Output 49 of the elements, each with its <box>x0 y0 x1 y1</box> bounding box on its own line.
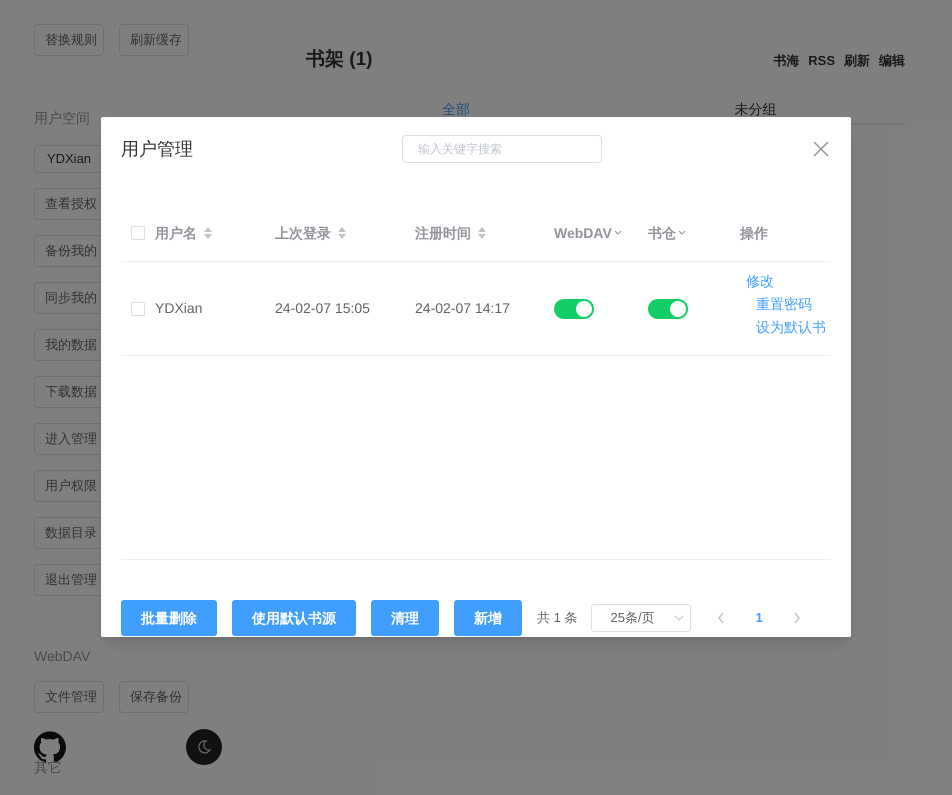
action-button[interactable]: 清理 <box>371 600 439 636</box>
table-cell-text: 24-02-07 14:17 <box>415 299 511 318</box>
action-link[interactable]: 修改 <box>746 270 774 293</box>
previous-page-icon[interactable] <box>717 612 726 624</box>
sort-icon[interactable] <box>477 226 487 240</box>
dark-mode-button[interactable] <box>186 729 222 765</box>
table-cell-text: YDXian <box>155 299 204 318</box>
total-count: 共 1 条 <box>537 609 578 628</box>
moon-icon <box>196 739 212 755</box>
select-all-checkbox[interactable] <box>131 226 145 240</box>
toggle-switch[interactable] <box>648 298 688 318</box>
row-checkbox[interactable] <box>131 302 145 316</box>
shelf-tab[interactable]: 全部 <box>306 96 606 122</box>
shelf-tab[interactable]: 未分组 <box>606 96 905 122</box>
column-header: 操作 <box>740 224 768 242</box>
column-header: 用户名 <box>155 224 197 242</box>
toggle-switch[interactable] <box>554 298 594 318</box>
next-page-icon[interactable] <box>792 612 801 624</box>
action-button[interactable]: 批量删除 <box>121 600 217 636</box>
action-link[interactable]: 设为默认书 <box>756 316 826 339</box>
sidebar-button[interactable]: 刷新缓存 <box>119 24 189 56</box>
section-title: 其它 <box>34 758 63 777</box>
username-button[interactable]: YDXian <box>34 145 104 173</box>
sort-icon[interactable] <box>203 226 213 240</box>
sidebar-button[interactable]: 保存备份 <box>119 681 189 713</box>
action-button[interactable]: 使用默认书源 <box>232 600 356 636</box>
table-cell-text: 24-02-07 15:05 <box>275 299 371 318</box>
shelf-action-link[interactable]: 书海 <box>773 50 800 70</box>
column-header: WebDAV <box>554 224 612 242</box>
shelf-action-link[interactable]: 编辑 <box>879 50 905 70</box>
chevron-down-icon <box>674 615 684 621</box>
page-size-select[interactable]: 25条/页 <box>591 604 692 632</box>
close-icon[interactable] <box>813 141 829 157</box>
page-number[interactable]: 1 <box>755 608 763 628</box>
dialog-title: 用户管理 <box>121 138 194 160</box>
search-field[interactable]: 输入关键字搜索 <box>402 135 602 163</box>
action-link[interactable]: 重置密码 <box>756 293 812 316</box>
action-button[interactable]: 新增 <box>454 600 522 636</box>
column-header: 注册时间 <box>415 224 471 242</box>
sort-icon[interactable] <box>337 226 347 240</box>
chevron-down-icon[interactable] <box>678 230 686 236</box>
shelf-action-link[interactable]: 刷新 <box>844 50 870 70</box>
sidebar-button[interactable]: 文件管理 <box>34 681 104 713</box>
chevron-down-icon[interactable] <box>614 230 622 236</box>
sidebar-button[interactable]: 替换规则 <box>34 24 104 56</box>
column-header: 书仓 <box>648 224 676 242</box>
column-header: 上次登录 <box>275 224 331 242</box>
shelf-title: 书架 (1) <box>306 48 372 72</box>
shelf-action-link[interactable]: RSS <box>808 50 835 70</box>
